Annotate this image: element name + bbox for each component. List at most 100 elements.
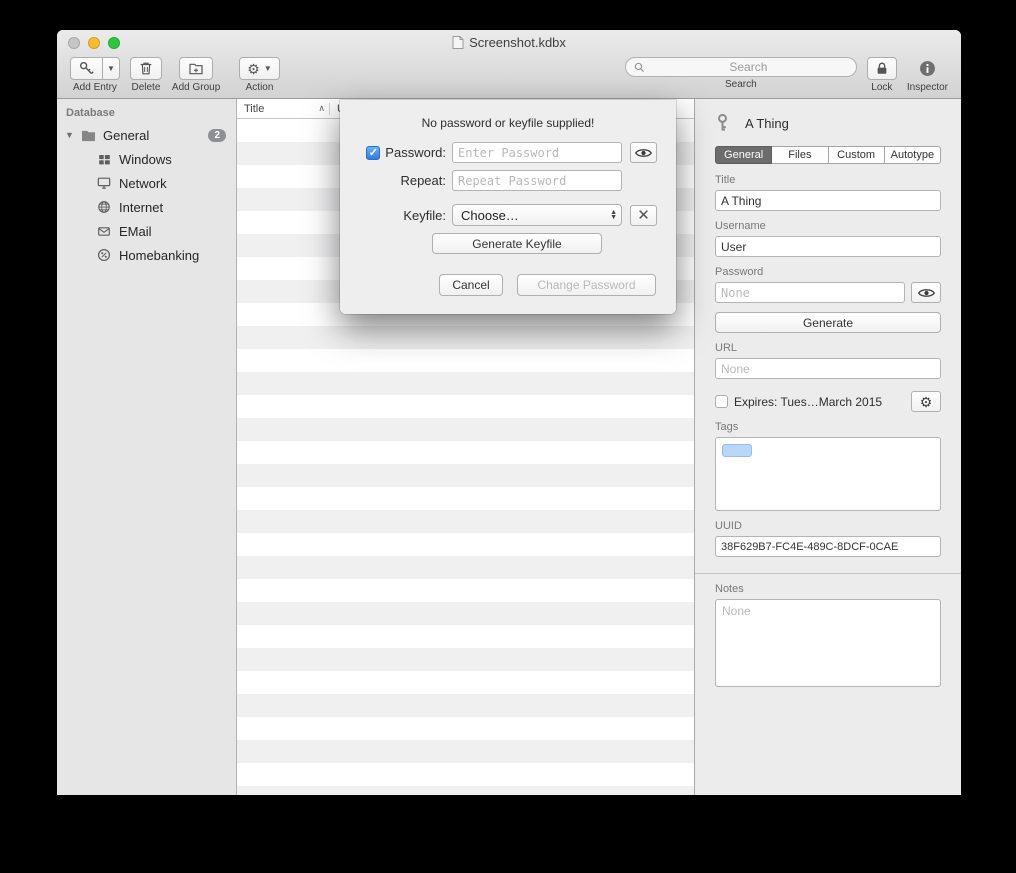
window-header: Screenshot.kdbx ▼ Add Entry xyxy=(57,30,961,99)
repeat-password-input[interactable] xyxy=(452,170,622,191)
clear-keyfile-button[interactable]: ✕ xyxy=(630,205,657,226)
sidebar-section-header: Database xyxy=(57,105,236,123)
new-password-input[interactable] xyxy=(452,142,622,163)
key-icon xyxy=(715,112,735,134)
toolbar-left-group: ▼ Add Entry Delete xyxy=(65,57,285,93)
notes-label: Notes xyxy=(715,583,941,595)
sidebar-item-email[interactable]: EMail xyxy=(57,219,236,243)
tags-box[interactable] xyxy=(715,437,941,511)
username-field-label: Username xyxy=(715,220,941,232)
tag-chip[interactable] xyxy=(722,444,752,457)
gear-icon: ⚙ xyxy=(247,62,260,76)
sidebar-item-network[interactable]: Network xyxy=(57,171,236,195)
chevron-down-icon: ▼ xyxy=(264,64,272,73)
delete-tool: Delete xyxy=(130,57,162,93)
entry-count-badge: 2 xyxy=(208,129,226,142)
globe-icon xyxy=(95,200,113,214)
uuid-label: UUID xyxy=(715,520,941,532)
title-field[interactable] xyxy=(715,190,941,211)
window-title: Screenshot.kdbx xyxy=(57,30,961,54)
password-field[interactable] xyxy=(715,282,905,303)
tab-general[interactable]: General xyxy=(715,146,772,164)
change-password-sheet: No password or keyfile supplied! ✓ Passw… xyxy=(340,100,676,314)
add-entry-dropdown-button[interactable]: ▼ xyxy=(103,57,120,80)
add-entry-tool: ▼ Add Entry xyxy=(70,57,120,93)
inspector-button[interactable] xyxy=(912,57,943,80)
windows-icon xyxy=(95,153,113,166)
lock-tool: Lock xyxy=(867,57,897,93)
generate-keyfile-button[interactable]: Generate Keyfile xyxy=(432,233,602,254)
reveal-password-button[interactable] xyxy=(630,142,657,163)
popup-chevrons-icon: ▲▼ xyxy=(610,210,617,220)
add-group-tool: Add Group xyxy=(172,57,220,93)
lock-button[interactable] xyxy=(867,57,897,80)
keyfile-label: Keyfile: xyxy=(360,208,446,223)
gear-icon: ⚙ xyxy=(920,395,933,409)
sidebar-item-label: Internet xyxy=(119,200,163,215)
password-checkbox[interactable]: ✓ xyxy=(366,146,380,160)
traffic-lights xyxy=(68,37,120,49)
cancel-button[interactable]: Cancel xyxy=(439,274,503,296)
change-password-button[interactable]: Change Password xyxy=(517,274,656,296)
sidebar-group-label: General xyxy=(103,128,149,143)
sidebar-item-internet[interactable]: Internet xyxy=(57,195,236,219)
chevron-down-icon: ▼ xyxy=(107,64,115,73)
zoom-button[interactable] xyxy=(108,37,120,49)
lock-icon xyxy=(875,61,889,76)
desktop-background: { "window_title": "Screenshot.kdbx", "to… xyxy=(0,0,1016,873)
inspector-entry-title: A Thing xyxy=(745,116,789,131)
sidebar-item-label: Windows xyxy=(119,152,172,167)
generate-password-button[interactable]: Generate xyxy=(715,312,941,333)
reveal-password-button[interactable] xyxy=(911,282,941,303)
inspector-panel: A Thing General Files Custom Autotype Ti… xyxy=(695,99,961,795)
eye-icon xyxy=(635,147,652,159)
delete-button[interactable] xyxy=(130,57,162,80)
toolbar-right-group: Search Lock Insp xyxy=(620,57,953,93)
action-button[interactable]: ⚙ ▼ xyxy=(239,57,279,80)
url-field[interactable] xyxy=(715,358,941,379)
search-input[interactable] xyxy=(649,60,848,74)
disclosure-triangle-icon[interactable]: ▼ xyxy=(65,130,79,140)
close-button[interactable] xyxy=(68,37,80,49)
password-field-label: Password xyxy=(715,266,941,278)
title-field-label: Title xyxy=(715,174,941,186)
keyfile-popup[interactable]: Choose… ▲▼ xyxy=(452,204,622,226)
tab-files[interactable]: Files xyxy=(772,146,828,164)
sidebar-item-label: EMail xyxy=(119,224,152,239)
uuid-field[interactable] xyxy=(715,536,941,557)
minimize-button[interactable] xyxy=(88,37,100,49)
folder-icon xyxy=(79,129,97,142)
password-row: ✓ Password: xyxy=(340,142,676,163)
close-icon: ✕ xyxy=(637,206,650,224)
info-icon xyxy=(919,60,936,77)
expires-row: Expires: Tues…March 2015 ⚙ xyxy=(715,391,941,412)
sidebar-item-label: Homebanking xyxy=(119,248,199,263)
titlebar[interactable]: Screenshot.kdbx xyxy=(57,30,961,54)
inspector-tabs: General Files Custom Autotype xyxy=(715,146,941,164)
tab-custom[interactable]: Custom xyxy=(829,146,885,164)
envelope-icon xyxy=(95,225,113,238)
inspector-entry-header: A Thing xyxy=(715,112,941,134)
sidebar-item-homebanking[interactable]: Homebanking xyxy=(57,243,236,267)
repeat-row: Repeat: xyxy=(340,170,676,191)
search-tool: Search xyxy=(625,57,857,90)
toolbar: ▼ Add Entry Delete xyxy=(57,54,961,99)
repeat-label: Repeat: xyxy=(360,173,446,188)
expires-label: Expires: Tues…March 2015 xyxy=(734,395,905,409)
column-header-title[interactable]: Title ∧ xyxy=(237,103,330,115)
add-group-button[interactable] xyxy=(179,57,213,80)
notes-field[interactable] xyxy=(715,599,941,687)
expires-settings-button[interactable]: ⚙ xyxy=(911,391,941,412)
document-icon xyxy=(452,36,464,49)
search-field[interactable] xyxy=(625,57,857,77)
expires-checkbox[interactable] xyxy=(715,395,728,408)
username-field[interactable] xyxy=(715,236,941,257)
sort-ascending-icon: ∧ xyxy=(318,103,325,114)
tab-autotype[interactable]: Autotype xyxy=(885,146,941,164)
add-entry-button[interactable] xyxy=(70,57,103,80)
generate-keyfile-row: Generate Keyfile xyxy=(340,233,676,254)
keyfile-row: Keyfile: Choose… ▲▼ ✕ xyxy=(340,204,676,226)
inspector-tool: Inspector xyxy=(907,57,948,93)
sidebar-group-general[interactable]: ▼ General 2 xyxy=(57,123,236,147)
sidebar-item-windows[interactable]: Windows xyxy=(57,147,236,171)
